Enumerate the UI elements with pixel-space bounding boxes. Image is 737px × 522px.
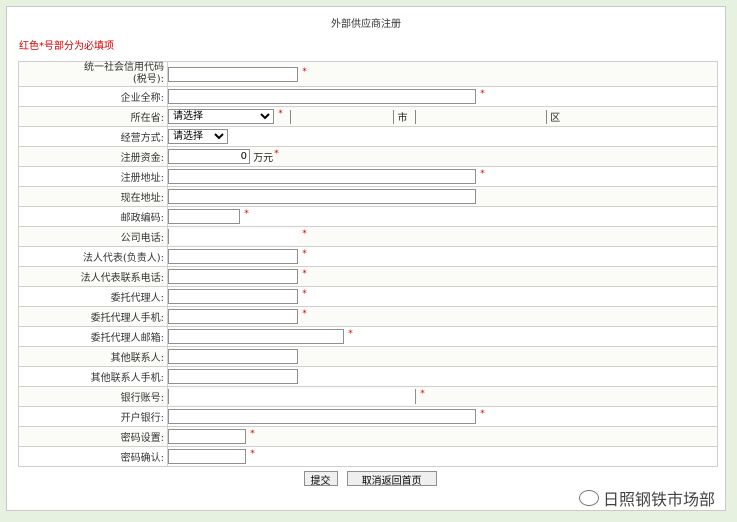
password-label: 密码设置: (18, 426, 168, 447)
required-mark: * (302, 289, 307, 299)
postal-code-input[interactable] (168, 209, 240, 224)
required-mark: * (420, 389, 425, 399)
row-bank-name: 开户银行: * (18, 406, 718, 427)
row-password-confirm: 密码确认: * (18, 446, 718, 467)
row-current-address: 现在地址: (18, 186, 718, 207)
other-contact-label: 其他联系人: (18, 346, 168, 367)
submit-button[interactable]: 提交 (303, 471, 338, 487)
row-credit-code: 统一社会信用代码 (税号): * (18, 61, 718, 87)
city-field-divider (393, 109, 395, 124)
row-company-phone: 公司电话: * (18, 226, 718, 247)
business-mode-label: 经营方式: (18, 126, 168, 147)
required-mark: * (348, 329, 353, 339)
business-mode-select[interactable]: 请选择 (168, 129, 228, 144)
required-mark: * (244, 209, 249, 219)
row-agent-email: 委托代理人邮箱: * (18, 326, 718, 347)
registration-panel: 外部供应商注册 红色*号部分为必填项 统一社会信用代码 (税号): * 企业全称… (6, 6, 726, 511)
credit-code-label: 统一社会信用代码 (税号): (18, 61, 168, 87)
bank-account-input[interactable] (168, 389, 416, 404)
location-label: 所在省: (18, 106, 168, 127)
other-contact-mobile-label: 其他联系人手机: (18, 366, 168, 387)
credit-code-input[interactable] (168, 66, 298, 82)
required-mark: * (480, 169, 485, 179)
registered-address-label: 注册地址: (18, 166, 168, 187)
agent-mobile-input[interactable] (168, 309, 298, 324)
company-name-label: 企业全称: (18, 86, 168, 107)
row-company-name: 企业全称: * (18, 86, 718, 107)
registered-address-input[interactable] (168, 169, 476, 184)
row-agent: 委托代理人: * (18, 286, 718, 307)
required-mark: * (302, 66, 307, 77)
required-mark: * (302, 229, 307, 239)
agent-input[interactable] (168, 289, 298, 304)
row-legal-rep: 法人代表(负责人): * (18, 246, 718, 267)
legal-rep-input[interactable] (168, 249, 298, 264)
capital-unit: 万元 (253, 153, 274, 164)
password-confirm-label: 密码确认: (18, 446, 168, 467)
legal-rep-label: 法人代表(负责人): (18, 246, 168, 267)
registration-form: 统一社会信用代码 (税号): * 企业全称: * 所在省: 请选择 * 市 区 … (18, 61, 718, 488)
required-mark: * (278, 109, 283, 119)
city-suffix: 市 (397, 113, 408, 124)
registered-capital-label: 注册资金: (18, 146, 168, 167)
agent-email-label: 委托代理人邮箱: (18, 326, 168, 347)
agent-email-input[interactable] (168, 329, 344, 344)
row-legal-rep-phone: 法人代表联系电话: * (18, 266, 718, 287)
current-address-label: 现在地址: (18, 186, 168, 207)
current-address-input[interactable] (168, 189, 476, 204)
bank-name-label: 开户银行: (18, 406, 168, 427)
required-mark: * (302, 249, 307, 259)
postal-code-label: 邮政编码: (18, 206, 168, 227)
required-mark: * (250, 449, 255, 459)
company-phone-label: 公司电话: (18, 226, 168, 247)
row-postal-code: 邮政编码: * (18, 206, 718, 227)
row-agent-mobile: 委托代理人手机: * (18, 306, 718, 327)
watermark-text: 日照钢铁市场部 (602, 490, 715, 509)
required-mark: * (250, 429, 255, 439)
agent-mobile-label: 委托代理人手机: (18, 306, 168, 327)
required-mark: * (302, 309, 307, 319)
agent-label: 委托代理人: (18, 286, 168, 307)
bank-name-input[interactable] (168, 409, 476, 424)
registered-capital-input[interactable] (168, 149, 250, 164)
row-bank-account: 银行账号: * (18, 386, 718, 407)
row-registered-capital: 注册资金: 万元* (18, 146, 718, 167)
required-mark: * (480, 89, 485, 99)
page-title: 外部供应商注册 (331, 19, 401, 30)
bank-account-label: 银行账号: (18, 386, 168, 407)
watermark: 日照钢铁市场部 (578, 486, 715, 510)
row-registered-address: 注册地址: * (18, 166, 718, 187)
other-contact-input[interactable] (168, 349, 298, 364)
legal-rep-phone-input[interactable] (168, 269, 298, 284)
district-suffix: 区 (550, 113, 561, 124)
required-mark: * (274, 149, 279, 159)
row-business-mode: 经营方式: 请选择 (18, 126, 718, 147)
wechat-icon (578, 490, 599, 506)
row-password: 密码设置: * (18, 426, 718, 447)
province-select[interactable]: 请选择 (168, 109, 274, 124)
district-field-divider (546, 109, 547, 124)
company-name-input[interactable] (168, 89, 476, 104)
required-mark: * (480, 409, 485, 419)
row-other-contact-mobile: 其他联系人手机: (18, 366, 718, 387)
other-contact-mobile-input[interactable] (168, 369, 298, 384)
company-phone-input[interactable] (168, 229, 298, 244)
row-location: 所在省: 请选择 * 市 区 (18, 106, 718, 127)
password-confirm-input[interactable] (168, 449, 246, 464)
cancel-home-button[interactable]: 取消返回首页 (346, 471, 437, 487)
row-buttons: 提交 取消返回首页 (18, 466, 718, 488)
required-note: 红色*号部分为必填项 (19, 41, 114, 52)
password-input[interactable] (168, 429, 246, 444)
row-other-contact: 其他联系人: (18, 346, 718, 367)
district-field-divider (414, 109, 416, 124)
city-field-divider (289, 109, 291, 124)
legal-rep-phone-label: 法人代表联系电话: (18, 266, 168, 287)
required-mark: * (302, 269, 307, 279)
